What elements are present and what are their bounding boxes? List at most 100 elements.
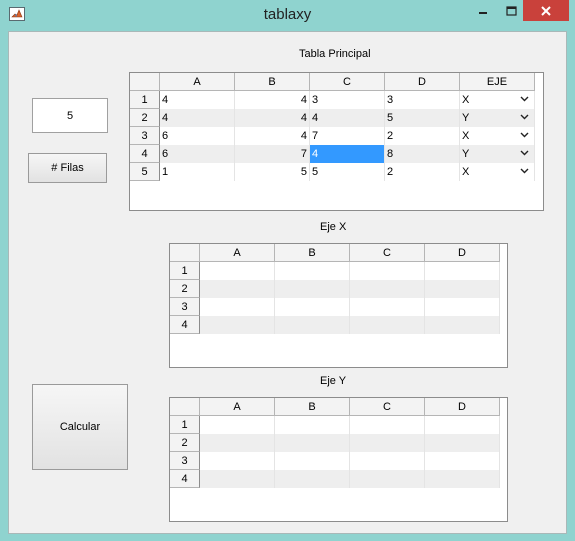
- table-corner: [130, 73, 160, 91]
- table-cell[interactable]: [200, 452, 275, 470]
- table-cell[interactable]: [275, 470, 350, 488]
- table-cell[interactable]: 2: [385, 127, 460, 145]
- eje-dropdown[interactable]: X: [460, 91, 535, 109]
- table-cell[interactable]: [200, 280, 275, 298]
- table-cell[interactable]: [350, 470, 425, 488]
- row-header[interactable]: 4: [130, 145, 160, 163]
- table-cell[interactable]: [350, 452, 425, 470]
- table-cell[interactable]: [350, 434, 425, 452]
- close-button[interactable]: [523, 0, 569, 21]
- table-cell[interactable]: 2: [385, 163, 460, 181]
- table-cell[interactable]: [200, 416, 275, 434]
- table-cell[interactable]: 4: [310, 109, 385, 127]
- tabla-eje-y[interactable]: A B C D 1 2 3 4: [169, 397, 508, 522]
- minimize-button[interactable]: [470, 0, 496, 21]
- table-cell[interactable]: 4: [160, 91, 235, 109]
- row-header[interactable]: 4: [170, 316, 200, 334]
- table-cell[interactable]: [275, 298, 350, 316]
- table-cell[interactable]: 5: [235, 163, 310, 181]
- column-header[interactable]: B: [275, 398, 350, 416]
- eje-dropdown[interactable]: Y: [460, 145, 535, 163]
- eje-dropdown[interactable]: Y: [460, 109, 535, 127]
- table-cell[interactable]: 1: [160, 163, 235, 181]
- table-cell[interactable]: [200, 316, 275, 334]
- table-cell[interactable]: [350, 316, 425, 334]
- table-cell[interactable]: [275, 280, 350, 298]
- table-cell[interactable]: [275, 416, 350, 434]
- dropdown-value: X: [462, 130, 470, 142]
- table-cell[interactable]: 7: [235, 145, 310, 163]
- table-cell[interactable]: 4: [160, 109, 235, 127]
- filas-button[interactable]: # Filas: [28, 153, 107, 183]
- table-cell[interactable]: 3: [385, 91, 460, 109]
- table-cell-selected[interactable]: 4: [310, 145, 385, 163]
- table-cell[interactable]: [425, 298, 500, 316]
- column-header[interactable]: D: [425, 398, 500, 416]
- table-cell[interactable]: [350, 262, 425, 280]
- chevron-down-icon: [520, 114, 529, 120]
- calcular-button[interactable]: Calcular: [32, 384, 128, 470]
- column-header[interactable]: B: [275, 244, 350, 262]
- row-header[interactable]: 1: [170, 262, 200, 280]
- minimize-icon: [479, 11, 487, 14]
- row-header[interactable]: 2: [170, 280, 200, 298]
- table-cell[interactable]: 6: [160, 145, 235, 163]
- row-header[interactable]: 3: [170, 452, 200, 470]
- table-cell[interactable]: [275, 434, 350, 452]
- table-cell[interactable]: 4: [235, 127, 310, 145]
- chevron-down-icon: [520, 132, 529, 138]
- table-cell[interactable]: 5: [385, 109, 460, 127]
- table-cell[interactable]: 6: [160, 127, 235, 145]
- row-header[interactable]: 2: [130, 109, 160, 127]
- maximize-button[interactable]: [498, 0, 524, 21]
- row-header[interactable]: 1: [170, 416, 200, 434]
- table-cell[interactable]: [425, 452, 500, 470]
- table-cell[interactable]: [200, 262, 275, 280]
- tabla-eje-x[interactable]: A B C D 1 2 3 4: [169, 243, 508, 368]
- column-header[interactable]: D: [425, 244, 500, 262]
- column-header[interactable]: C: [310, 73, 385, 91]
- table-cell[interactable]: [200, 434, 275, 452]
- table-cell[interactable]: [425, 280, 500, 298]
- table-cell[interactable]: [350, 280, 425, 298]
- table-cell[interactable]: 8: [385, 145, 460, 163]
- row-header[interactable]: 5: [130, 163, 160, 181]
- tabla-principal[interactable]: A B C D EJE 1 4 4 3 3 X 2 4 4 4 5 Y 3 6 …: [129, 72, 544, 211]
- table-cell[interactable]: 5: [310, 163, 385, 181]
- row-header[interactable]: 1: [130, 91, 160, 109]
- client-area: Tabla Principal 5 # Filas Calcular A B C…: [8, 31, 567, 534]
- table-cell[interactable]: [275, 262, 350, 280]
- table-cell[interactable]: 4: [235, 109, 310, 127]
- row-header[interactable]: 3: [130, 127, 160, 145]
- column-header[interactable]: A: [200, 244, 275, 262]
- table-cell[interactable]: [350, 416, 425, 434]
- column-header[interactable]: EJE: [460, 73, 535, 91]
- table-cell[interactable]: [200, 470, 275, 488]
- row-header[interactable]: 2: [170, 434, 200, 452]
- table-cell[interactable]: [350, 298, 425, 316]
- table-cell[interactable]: 7: [310, 127, 385, 145]
- column-header[interactable]: A: [160, 73, 235, 91]
- column-header[interactable]: C: [350, 244, 425, 262]
- eje-dropdown[interactable]: X: [460, 127, 535, 145]
- table-cell[interactable]: [275, 452, 350, 470]
- row-header[interactable]: 3: [170, 298, 200, 316]
- table-cell[interactable]: [200, 298, 275, 316]
- table-cell[interactable]: [425, 316, 500, 334]
- eje-dropdown[interactable]: X: [460, 163, 535, 181]
- column-header[interactable]: A: [200, 398, 275, 416]
- column-header[interactable]: C: [350, 398, 425, 416]
- num-rows-input[interactable]: 5: [32, 98, 108, 133]
- eje-x-title: Eje X: [320, 221, 347, 233]
- table-cell[interactable]: [425, 262, 500, 280]
- table-cell[interactable]: [425, 434, 500, 452]
- table-cell[interactable]: 3: [310, 91, 385, 109]
- table-cell[interactable]: [425, 470, 500, 488]
- table-cell[interactable]: [275, 316, 350, 334]
- column-header[interactable]: B: [235, 73, 310, 91]
- column-header[interactable]: D: [385, 73, 460, 91]
- table-cell[interactable]: 4: [235, 91, 310, 109]
- title-bar[interactable]: tablaxy: [0, 0, 575, 30]
- table-cell[interactable]: [425, 416, 500, 434]
- row-header[interactable]: 4: [170, 470, 200, 488]
